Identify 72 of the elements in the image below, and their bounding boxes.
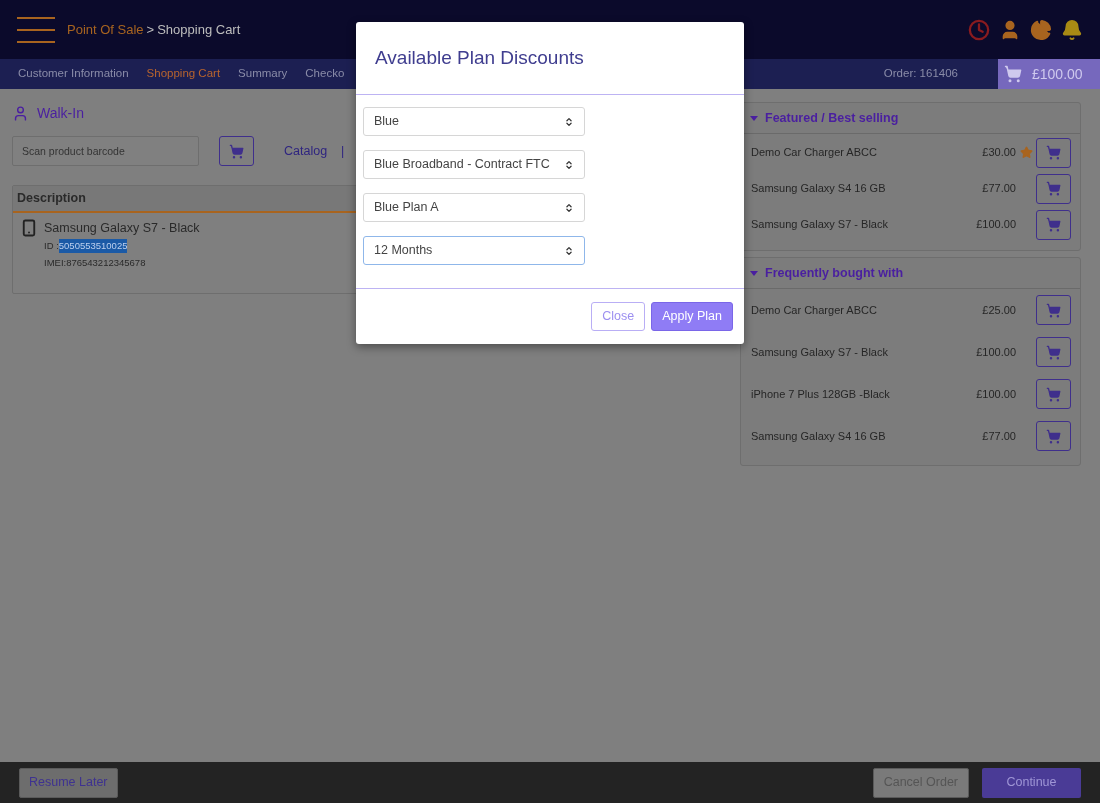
add-to-cart-button[interactable] [1036, 173, 1071, 204]
cart-icon [1004, 65, 1022, 83]
add-to-cart-button[interactable] [219, 136, 254, 166]
plan-select[interactable]: 12 Months [363, 236, 585, 265]
plan-select[interactable]: Blue Plan A [363, 193, 585, 222]
cart-icon [1046, 386, 1061, 402]
select-arrows-icon [564, 202, 574, 213]
add-to-cart-button[interactable] [1036, 379, 1071, 409]
order-number: Order: 161406 [883, 66, 958, 82]
continue-button[interactable]: Continue [982, 767, 1081, 798]
customer-name[interactable]: Walk-In [37, 103, 84, 124]
caret-icon[interactable] [750, 269, 758, 277]
cart-total: £100.00 [1032, 64, 1083, 84]
plan-select[interactable]: Blue [363, 107, 585, 136]
step-tab[interactable]: Checko [305, 65, 345, 83]
cart-icon [1046, 217, 1061, 232]
close-button[interactable]: Close [591, 302, 646, 331]
cart-icon [1046, 145, 1061, 160]
step-tab[interactable]: Summary [238, 65, 288, 83]
panel-title[interactable]: Frequently bought with [765, 263, 904, 283]
product-name: Samsung Galaxy S7 - Black [44, 220, 200, 237]
menu-icon[interactable] [17, 16, 55, 43]
product-name: Samsung Galaxy S7 - Black [751, 344, 888, 360]
barcode-field[interactable]: Scan product barcode [12, 136, 199, 166]
pie-chart-icon[interactable] [1030, 18, 1052, 41]
product-name: Demo Car Charger ABCC [751, 302, 877, 318]
link-separator: | [341, 142, 345, 160]
product-name: Samsung Galaxy S7 - Black [751, 217, 888, 233]
breadcrumb-link[interactable]: Point Of Sale [67, 19, 144, 40]
product-price: £100.00 [976, 386, 1016, 402]
imei-text: IMEI:876543212345678 [44, 256, 147, 270]
product-price: £77.00 [982, 181, 1016, 197]
resume-later-button[interactable]: Resume Later [19, 767, 118, 798]
product-price: £30.00 [982, 145, 1016, 161]
cart-icon [1046, 344, 1061, 360]
dialog-title: Available Plan Discounts [375, 45, 584, 70]
product-name: Samsung Galaxy S4 16 GB [751, 428, 886, 444]
product-name: Demo Car Charger ABCC [751, 145, 877, 161]
product-name: Samsung Galaxy S4 16 GB [751, 181, 886, 197]
select-arrows-icon [564, 159, 574, 170]
product-price: £77.00 [982, 428, 1016, 444]
customer-icon [12, 105, 29, 122]
bell-icon[interactable] [1061, 18, 1083, 41]
step-tab[interactable]: Shopping Cart [146, 65, 221, 83]
id-label: ID : [44, 238, 59, 253]
product-name: iPhone 7 Plus 128GB -Black [751, 386, 890, 402]
breadcrumb-separator: > [146, 20, 155, 39]
cart-icon [229, 143, 244, 159]
product-price: £25.00 [982, 302, 1016, 318]
select-arrows-icon [564, 116, 574, 127]
cart-total-box[interactable]: £100.00 [998, 59, 1100, 89]
add-to-cart-button[interactable] [1036, 209, 1071, 240]
catalog-link[interactable]: Catalog [284, 141, 328, 161]
step-tab[interactable]: Customer Information [18, 65, 129, 83]
add-to-cart-button[interactable] [1036, 137, 1071, 168]
phone-icon [20, 219, 38, 237]
product-price: £100.00 [976, 344, 1016, 360]
product-price: £100.00 [976, 217, 1016, 233]
add-to-cart-button[interactable] [1036, 337, 1071, 367]
plan-select[interactable]: Blue Broadband - Contract FTC [363, 150, 585, 179]
select-arrows-icon [564, 245, 574, 256]
add-to-cart-button[interactable] [1036, 295, 1071, 325]
breadcrumb-current: Shopping Cart [157, 20, 241, 39]
panel-title[interactable]: Featured / Best selling [765, 108, 899, 128]
cart-icon [1046, 181, 1061, 196]
cart-icon [1046, 302, 1061, 318]
apply-plan-button[interactable]: Apply Plan [651, 302, 733, 331]
column-header: Description [17, 190, 86, 208]
caret-icon[interactable] [750, 114, 758, 122]
clock-icon[interactable] [968, 18, 990, 41]
cart-icon [1046, 428, 1061, 444]
add-to-cart-button[interactable] [1036, 421, 1071, 451]
